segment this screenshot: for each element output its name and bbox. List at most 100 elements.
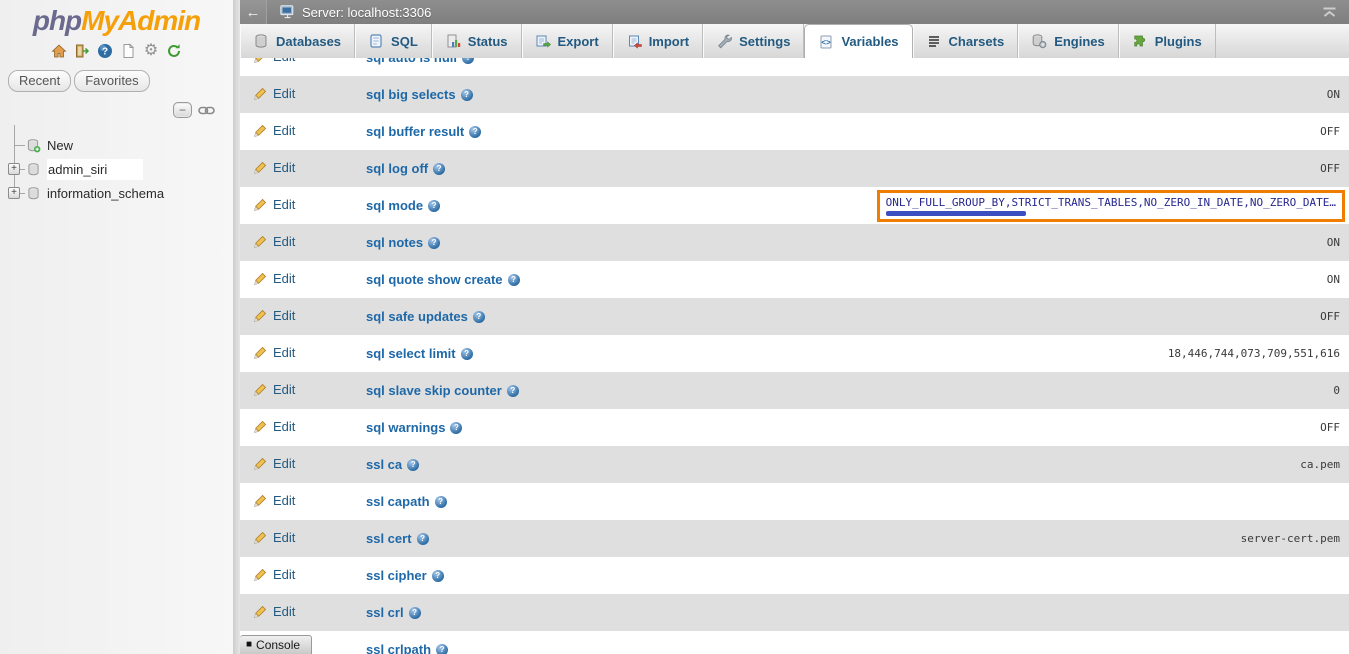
table-row: Edit ssl crlpath [240, 631, 1349, 654]
edit-label: Edit [273, 160, 295, 175]
phpmyadmin-logo[interactable]: phpMyAdmin [0, 0, 233, 37]
tab-export[interactable]: Export [522, 24, 613, 58]
variable-name: sql quote show create [366, 272, 503, 287]
edit-link[interactable]: Edit [253, 456, 295, 471]
console-square-icon: ■ [246, 640, 252, 650]
expand-plus-icon[interactable]: + [8, 187, 20, 199]
favorites-button[interactable]: Favorites [74, 70, 149, 92]
edit-link[interactable]: Edit [253, 604, 295, 619]
variable-help-icon[interactable] [433, 163, 445, 175]
table-row: Edit sql notes ON [240, 224, 1349, 261]
variable-help-icon[interactable] [436, 644, 448, 654]
edit-link[interactable]: Edit [253, 86, 295, 101]
edit-link[interactable]: Edit [253, 234, 295, 249]
recent-button[interactable]: Recent [8, 70, 71, 92]
link-icon[interactable] [198, 105, 215, 116]
back-arrow-button[interactable]: ← [240, 0, 267, 24]
variable-value: OFF [462, 421, 1349, 434]
variable-name: ssl capath [366, 494, 430, 509]
variable-help-icon[interactable] [407, 459, 419, 471]
expand-plus-icon[interactable]: + [8, 163, 20, 175]
refresh-icon[interactable] [165, 42, 183, 60]
variable-help-icon[interactable] [508, 274, 520, 286]
variables-table: Edit sql auto is null Edit sql big selec… [240, 58, 1349, 654]
edit-link[interactable]: Edit [253, 123, 295, 138]
import-icon [626, 33, 642, 49]
sidebar-toolbar: ? ⚙ [0, 41, 233, 61]
tree-item-label: information_schema [47, 186, 164, 201]
settings-gear-icon[interactable]: ⚙ [142, 42, 160, 60]
edit-link[interactable]: Edit [253, 308, 295, 323]
edit-link[interactable]: Edit [253, 382, 295, 397]
edit-link[interactable]: Edit [253, 58, 295, 64]
variable-help-icon[interactable] [409, 607, 421, 619]
variable-help-icon[interactable] [417, 533, 429, 545]
tab-status[interactable]: Status [432, 24, 522, 58]
variable-name: ssl crl [366, 605, 404, 620]
table-row: Edit sql quote show create ON [240, 261, 1349, 298]
variable-help-icon[interactable] [428, 237, 440, 249]
edit-link[interactable]: Edit [253, 160, 295, 175]
variable-value: ON [473, 88, 1349, 101]
edit-label: Edit [273, 234, 295, 249]
table-row-sql-mode: Edit sql mode ONLY_FULL_GROUP_BY,STRICT_… [240, 187, 1349, 224]
edit-link[interactable]: Edit [253, 271, 295, 286]
console-button[interactable]: ■ Console [240, 635, 312, 654]
documentation-icon[interactable] [119, 42, 137, 60]
home-icon[interactable] [50, 42, 68, 60]
collapse-all-icon[interactable]: − [173, 102, 192, 118]
tab-engines[interactable]: Engines [1018, 24, 1119, 58]
pencil-icon [253, 604, 268, 619]
tree-item-information-schema[interactable]: + information_schema [6, 181, 233, 205]
variable-name: sql big selects [366, 87, 456, 102]
edit-label: Edit [273, 345, 295, 360]
tab-label: Status [468, 34, 508, 49]
variable-help-icon[interactable] [462, 58, 474, 64]
help-icon[interactable]: ? [96, 42, 114, 60]
variable-help-icon[interactable] [469, 126, 481, 138]
table-row: Edit sql select limit 18,446,744,073,709… [240, 335, 1349, 372]
tab-label: Import [649, 34, 689, 49]
database-icon [26, 186, 41, 201]
sql-mode-value: ONLY_FULL_GROUP_BY,STRICT_TRANS_TABLES,N… [886, 196, 1336, 209]
edit-link[interactable]: Edit [253, 419, 295, 434]
variable-help-icon[interactable] [461, 89, 473, 101]
pencil-icon [253, 382, 268, 397]
variable-help-icon[interactable] [435, 496, 447, 508]
main-panel: ← Server: localhost:3306 Databases SQL S… [240, 0, 1349, 654]
tab-variables[interactable]: <> Variables [804, 24, 912, 58]
edit-link[interactable]: Edit [253, 493, 295, 508]
tab-charsets[interactable]: Charsets [913, 24, 1019, 58]
variable-value: OFF [481, 125, 1349, 138]
panel-splitter[interactable] [233, 0, 240, 654]
variable-help-icon[interactable] [428, 200, 440, 212]
edit-label: Edit [273, 493, 295, 508]
variable-value: ca.pem [419, 458, 1349, 471]
edit-link[interactable]: Edit [253, 530, 295, 545]
logout-icon[interactable] [73, 42, 91, 60]
variable-help-icon[interactable] [507, 385, 519, 397]
tree-item-admin-siri[interactable]: + admin_siri [6, 157, 233, 181]
edit-link[interactable]: Edit [253, 197, 295, 212]
table-row: Edit ssl cert server-cert.pem [240, 520, 1349, 557]
variable-help-icon[interactable] [450, 422, 462, 434]
variable-help-icon[interactable] [432, 570, 444, 582]
variable-help-icon[interactable] [461, 348, 473, 360]
pencil-icon [253, 345, 268, 360]
pencil-icon [253, 456, 268, 471]
table-row: Edit ssl capath [240, 483, 1349, 520]
edit-link[interactable]: Edit [253, 345, 295, 360]
tree-item-new[interactable]: New [6, 133, 233, 157]
tab-settings[interactable]: Settings [703, 24, 804, 58]
tab-databases[interactable]: Databases [240, 24, 355, 58]
tab-label: SQL [391, 34, 418, 49]
tab-plugins[interactable]: Plugins [1119, 24, 1216, 58]
edit-link[interactable]: Edit [253, 567, 295, 582]
collapse-top-icon[interactable] [1322, 7, 1337, 18]
server-icon [280, 5, 295, 19]
tab-sql[interactable]: SQL [355, 24, 432, 58]
edit-label: Edit [273, 530, 295, 545]
variable-name: sql select limit [366, 346, 456, 361]
tab-import[interactable]: Import [613, 24, 703, 58]
variable-help-icon[interactable] [473, 311, 485, 323]
